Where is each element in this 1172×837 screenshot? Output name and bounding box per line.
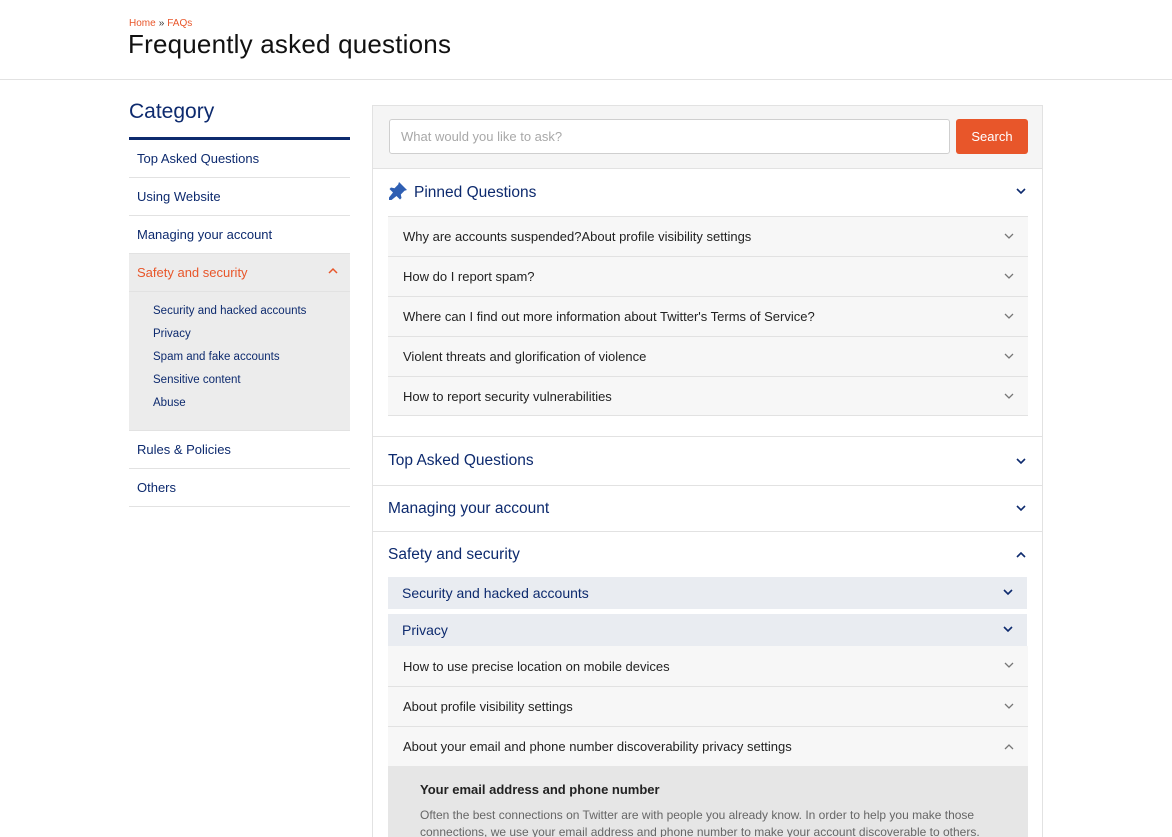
chevron-down-icon	[1004, 393, 1014, 399]
sidebar-item-others[interactable]: Others	[129, 469, 350, 507]
sidebar-subitem-sensitive-content[interactable]: Sensitive content	[153, 370, 350, 393]
pinned-question-list: Why are accounts suspended?About profile…	[388, 216, 1028, 416]
chevron-down-icon	[1003, 589, 1013, 596]
sidebar-item-label: Others	[137, 480, 177, 495]
answer-text: Often the best connections on Twitter ar…	[420, 808, 980, 837]
sidebar-item-safety-and-security[interactable]: Safety and security	[129, 254, 350, 292]
section-safety-and-security[interactable]: Safety and security	[373, 532, 1042, 577]
question-text: How to report security vulnerabilities	[403, 388, 612, 404]
subsection-privacy[interactable]: Privacy	[388, 614, 1027, 646]
section-title: Safety and security	[388, 545, 520, 563]
section-title: Managing your account	[388, 499, 550, 517]
chevron-down-icon	[1004, 703, 1014, 709]
sidebar-sublist: Security and hacked accounts Privacy Spa…	[129, 292, 350, 431]
question-text: How to use precise location on mobile de…	[403, 658, 670, 674]
pin-icon	[389, 181, 407, 200]
faq-panel: Search Pinned Questions Why are accounts…	[372, 105, 1043, 837]
page-title: Frequently asked questions	[128, 29, 452, 59]
sidebar-item-managing-your-account[interactable]: Managing your account	[129, 216, 350, 254]
breadcrumb-separator: »	[158, 18, 165, 29]
search-input[interactable]	[389, 119, 950, 154]
chevron-down-icon	[1003, 626, 1013, 633]
sidebar-item-rules-and-policies[interactable]: Rules & Policies	[129, 431, 350, 469]
subsection-title: Privacy	[402, 622, 448, 638]
sidebar-item-top-asked-questions[interactable]: Top Asked Questions	[129, 140, 350, 178]
pinned-questions-block: Pinned Questions Why are accounts suspen…	[373, 169, 1042, 437]
chevron-down-icon	[1016, 458, 1026, 465]
category-sidebar: Category Top Asked Questions Using Websi…	[129, 100, 350, 507]
chevron-down-icon	[1016, 505, 1026, 512]
question-item[interactable]: Violent threats and glorification of vio…	[388, 336, 1028, 376]
pinned-questions-header[interactable]: Pinned Questions	[373, 169, 1042, 216]
question-item[interactable]: How do I report spam?	[388, 256, 1028, 296]
question-text: About your email and phone number discov…	[403, 739, 792, 754]
question-item[interactable]: Why are accounts suspended?About profile…	[388, 216, 1028, 256]
question-text: Where can I find out more information ab…	[403, 309, 815, 324]
sidebar-subitem-security-and-hacked-accounts[interactable]: Security and hacked accounts	[153, 301, 350, 324]
sidebar-item-label: Managing your account	[137, 227, 273, 242]
chevron-down-icon	[1004, 313, 1014, 319]
chevron-up-icon	[328, 267, 338, 274]
section-top-asked-questions[interactable]: Top Asked Questions	[373, 437, 1042, 486]
chevron-up-icon	[1004, 744, 1014, 750]
breadcrumb: Home» FAQs	[129, 18, 192, 29]
question-item[interactable]: How to report security vulnerabilities	[388, 376, 1028, 416]
sidebar-subitem-privacy[interactable]: Privacy	[153, 324, 350, 347]
answer-panel: Your email address and phone number Ofte…	[388, 766, 1028, 837]
chevron-up-icon	[1016, 551, 1026, 558]
sidebar-item-label: Using Website	[137, 189, 221, 204]
question-item-expanded[interactable]: About your email and phone number discov…	[388, 726, 1028, 766]
subsection-security-and-hacked-accounts[interactable]: Security and hacked accounts	[388, 577, 1027, 609]
pinned-questions-title: Pinned Questions	[414, 183, 537, 201]
sidebar-subitem-spam-and-fake-accounts[interactable]: Spam and fake accounts	[153, 347, 350, 370]
breadcrumb-home-link[interactable]: Home	[129, 18, 156, 29]
sidebar-item-label: Top Asked Questions	[137, 151, 260, 166]
page-header: Home» FAQs Frequently asked questions	[0, 0, 1172, 80]
question-text: Why are accounts suspended?About profile…	[403, 229, 752, 244]
answer-heading: Your email address and phone number	[420, 782, 660, 797]
section-managing-your-account[interactable]: Managing your account	[373, 486, 1042, 532]
chevron-down-icon	[1004, 273, 1014, 279]
sidebar-item-label: Safety and security	[137, 265, 248, 280]
question-item[interactable]: How to use precise location on mobile de…	[388, 646, 1028, 686]
question-text: About profile visibility settings	[403, 699, 573, 714]
search-button[interactable]: Search	[956, 119, 1028, 154]
question-text: Violent threats and glorification of vio…	[403, 349, 647, 364]
sidebar-item-label: Rules & Policies	[137, 442, 231, 457]
chevron-down-icon	[1016, 188, 1026, 195]
privacy-question-list: How to use precise location on mobile de…	[388, 646, 1028, 766]
sidebar-subitem-abuse[interactable]: Abuse	[153, 393, 350, 416]
chevron-down-icon	[1004, 662, 1014, 668]
section-title: Top Asked Questions	[388, 452, 534, 469]
breadcrumb-current-link[interactable]: FAQs	[167, 18, 192, 29]
question-item[interactable]: About profile visibility settings	[388, 686, 1028, 726]
sidebar-item-using-website[interactable]: Using Website	[129, 178, 350, 216]
chevron-down-icon	[1004, 233, 1014, 239]
search-bar: Search	[373, 106, 1042, 169]
chevron-down-icon	[1004, 353, 1014, 359]
subsection-title: Security and hacked accounts	[402, 585, 589, 601]
question-item[interactable]: Where can I find out more information ab…	[388, 296, 1028, 336]
category-title: Category	[129, 100, 350, 140]
question-text: How do I report spam?	[403, 269, 535, 284]
